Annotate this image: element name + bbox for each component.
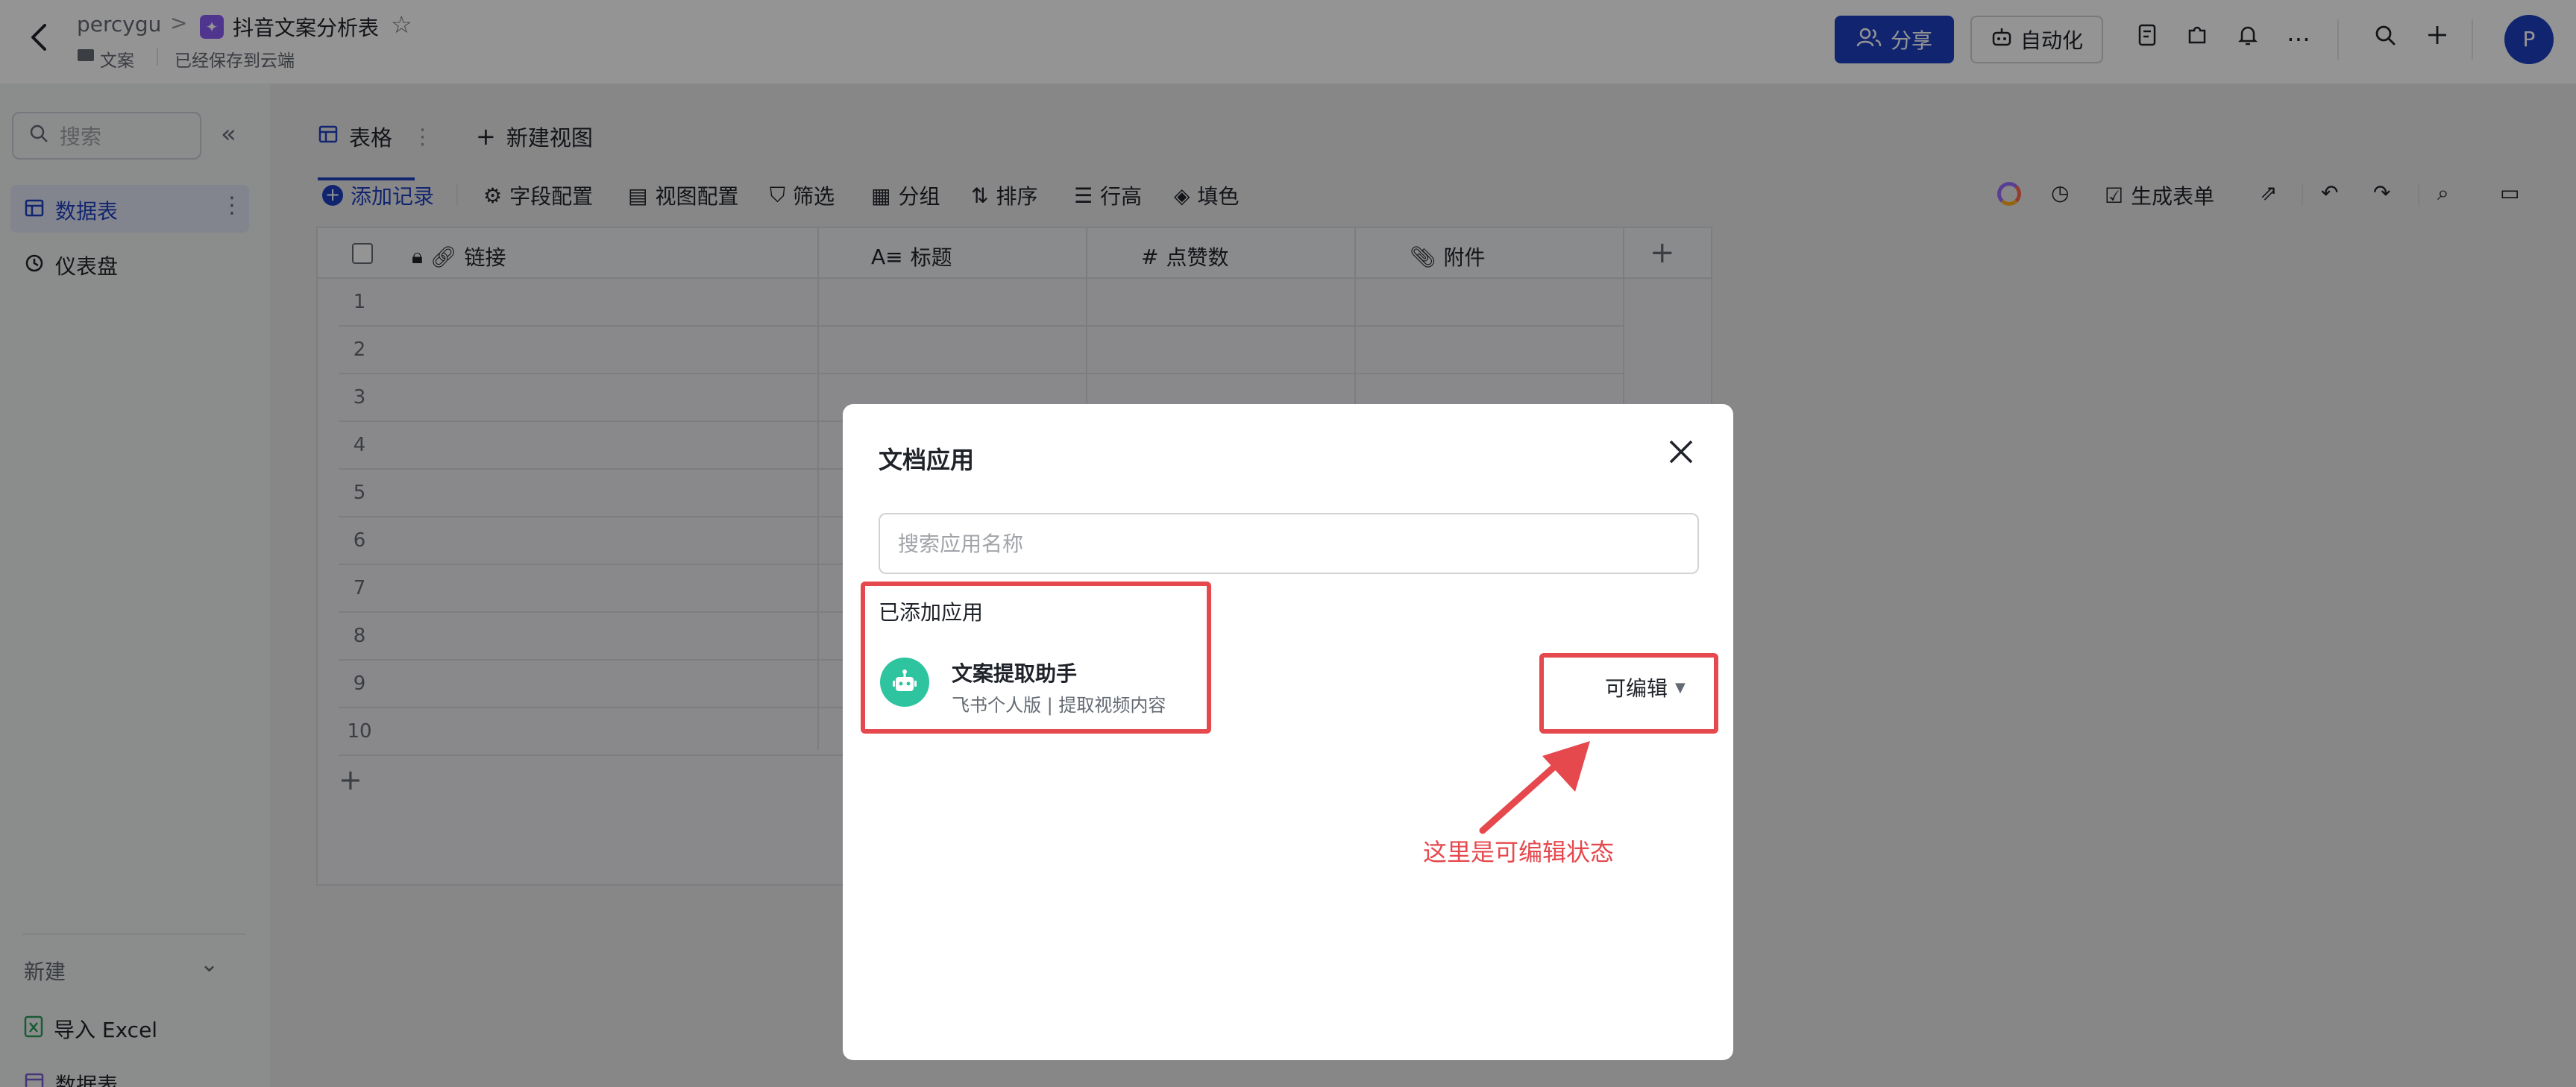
dialog-title: 文档应用 [879, 446, 975, 474]
annotation-box-permission [1539, 653, 1718, 734]
annotation-arrow-icon [1479, 741, 1590, 834]
annotation-text: 这里是可编辑状态 [1423, 838, 1615, 866]
annotation-box-added-app [861, 582, 1211, 734]
close-icon[interactable] [1668, 438, 1694, 471]
app-search-input[interactable] [879, 513, 1699, 574]
